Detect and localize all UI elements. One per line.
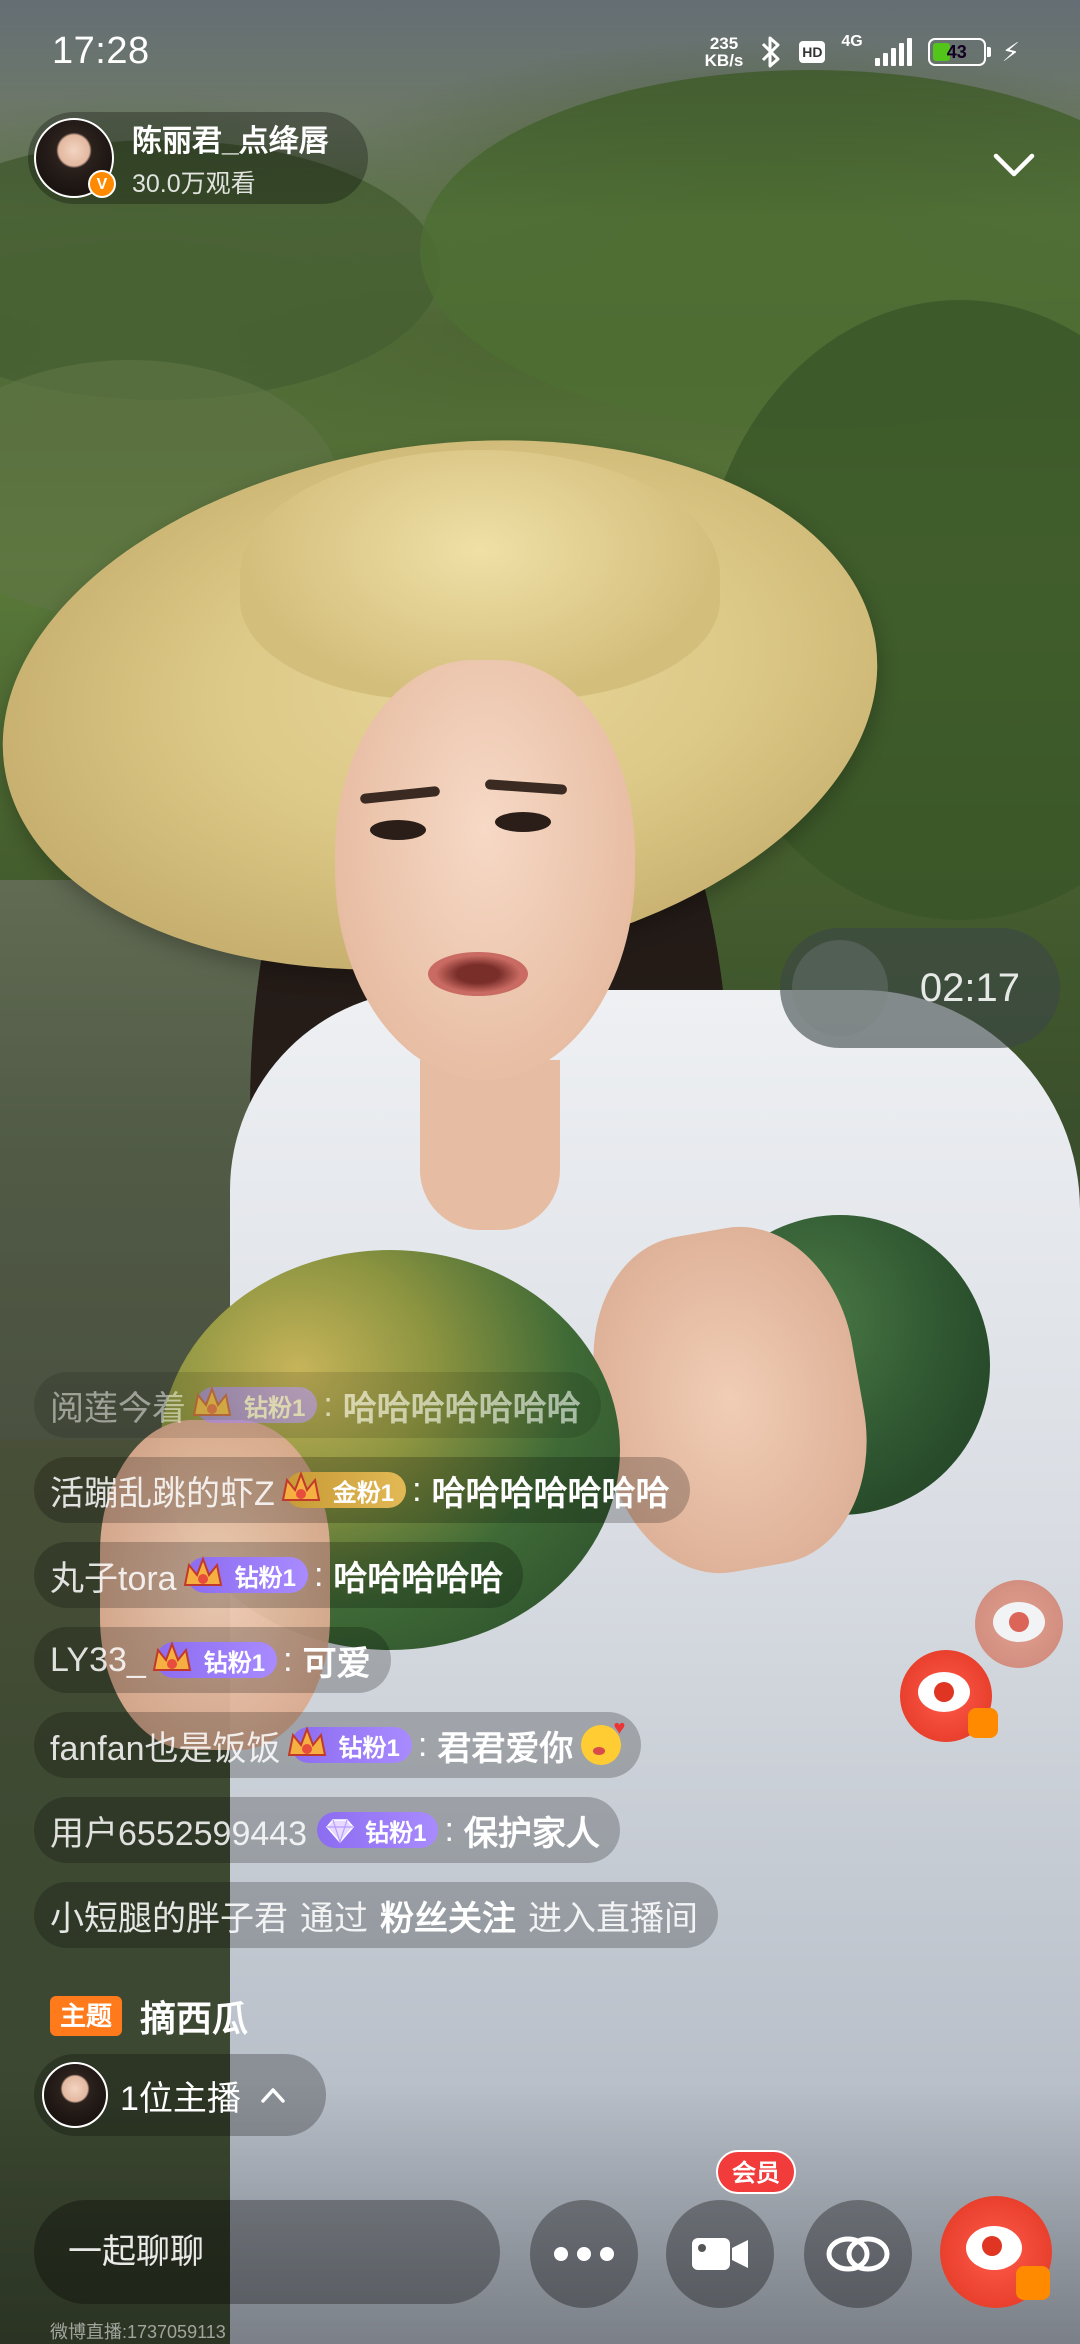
chat-input[interactable]: 一起聊聊	[34, 2200, 500, 2304]
network-speed: 235 KB/s	[704, 34, 744, 70]
hd-voice-icon: HD	[799, 41, 826, 63]
host-avatar[interactable]: V	[34, 118, 116, 198]
topic-row[interactable]: 主题 摘西瓜	[50, 1990, 248, 2042]
chat-user[interactable]: 活蹦乱跳的虾Z	[50, 1466, 275, 1515]
chat-text: 哈哈哈哈哈哈哈	[431, 1474, 670, 1513]
chat-text: 君君爱你	[437, 1729, 574, 1768]
chat-user[interactable]: fanfan也是饭饭	[50, 1721, 281, 1770]
verified-badge: V	[88, 170, 116, 198]
crown-icon	[287, 1726, 326, 1756]
chat-text: 可爱	[302, 1644, 371, 1683]
battery-icon: 43	[927, 38, 991, 66]
timer-text: 02:17	[919, 966, 1020, 1010]
chevron-down-icon[interactable]	[988, 140, 1040, 192]
video-link-button[interactable]	[666, 2200, 774, 2308]
fan-badge: 金粉1	[281, 1471, 407, 1508]
chat-user[interactable]: LY33_	[50, 1641, 146, 1680]
crown-icon	[281, 1471, 321, 1501]
host-count-button[interactable]: 1位主播	[34, 2054, 326, 2136]
chat-message: 阅莲今着 钻粉1 : 哈哈哈哈哈哈哈	[34, 1372, 601, 1438]
weibo-like-icon-faded	[975, 1580, 1063, 1668]
fan-badge: 钻粉1	[152, 1641, 278, 1678]
crown-icon	[152, 1641, 192, 1671]
kiss-emoji-icon	[581, 1717, 625, 1765]
join-user[interactable]: 小短腿的胖子君	[50, 1891, 288, 1940]
weibo-like-icon[interactable]	[900, 1650, 998, 1742]
network-type: 4G	[841, 33, 863, 50]
host-count-label: 1位主播	[120, 2079, 241, 2118]
host-name: 陈丽君_点绛唇	[132, 125, 329, 158]
chat-message: LY33_ 钻粉1 : 可爱	[34, 1627, 391, 1693]
more-button[interactable]	[530, 2200, 638, 2308]
status-icons: 235 KB/s HD 4G 43 ⚡	[705, 30, 1020, 74]
viewer-count: 30.0万观看	[132, 170, 256, 198]
live-timer[interactable]: 02:17	[780, 928, 1060, 1048]
chat-user[interactable]: 丸子tora	[50, 1551, 177, 1600]
crown-icon	[192, 1386, 232, 1416]
charging-icon: ⚡	[1001, 36, 1020, 67]
chat-message: 用户6552599443 钻粉1 : 保护家人	[34, 1797, 620, 1863]
bluetooth-icon	[762, 36, 780, 68]
status-bar: 17:28 235 KB/s HD 4G 43 ⚡	[0, 0, 1080, 100]
vip-badge: 会员	[716, 2150, 796, 2194]
diamond-icon	[326, 1819, 355, 1844]
fan-badge: 钻粉1	[287, 1726, 412, 1763]
signal-icon	[874, 38, 912, 66]
chat-message: 丸子tora 钻粉1 : 哈哈哈哈哈	[34, 1542, 524, 1608]
watermark: 微博直播:1737059113	[50, 2322, 226, 2342]
chat-text: 哈哈哈哈哈	[333, 1559, 504, 1598]
join-notice: 小短腿的胖子君 通过 粉丝关注 进入直播间	[34, 1882, 718, 1948]
chat-message: 活蹦乱跳的虾Z 金粉1 : 哈哈哈哈哈哈哈	[34, 1457, 690, 1523]
status-time: 17:28	[52, 30, 150, 72]
topic-tag: 主题	[50, 1996, 123, 2036]
chevron-up-icon	[261, 2088, 285, 2103]
host-info[interactable]: V 陈丽君_点绛唇 30.0万观看	[28, 112, 368, 204]
crown-icon	[183, 1556, 222, 1586]
chat-message: fanfan也是饭饭 钻粉1 : 君君爱你	[34, 1712, 642, 1778]
link-rings-icon	[826, 2236, 890, 2272]
chat-text: 哈哈哈哈哈哈哈	[342, 1389, 581, 1428]
chat-user[interactable]: 用户6552599443	[50, 1806, 307, 1855]
topic-text: 摘西瓜	[140, 1998, 249, 2039]
fan-badge: 钻粉1	[183, 1556, 308, 1593]
host-avatar-small	[42, 2062, 108, 2128]
fan-badge: 钻粉1	[192, 1386, 318, 1423]
timer-circle	[792, 940, 888, 1036]
chat-list: 阅莲今着 钻粉1 : 哈哈哈哈哈哈哈 活蹦乱跳的虾Z 金粉1 : 哈哈哈哈哈哈哈…	[34, 1372, 814, 1967]
fan-badge: 钻粉1	[317, 1812, 439, 1848]
like-button[interactable]	[940, 2196, 1052, 2308]
chat-text: 保护家人	[463, 1814, 600, 1853]
video-camera-icon	[692, 2238, 748, 2270]
chat-user[interactable]: 阅莲今着	[50, 1381, 186, 1430]
connect-button[interactable]	[804, 2200, 912, 2308]
more-dots-icon	[554, 2247, 614, 2261]
